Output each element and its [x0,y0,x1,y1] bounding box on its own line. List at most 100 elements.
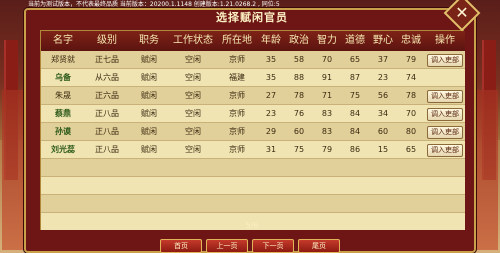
cell-intellect: 83 [321,109,333,118]
cell-status: 空闲 [185,127,201,136]
cell-status: 空闲 [185,73,201,82]
cell-post: 赋闲 [141,127,157,136]
cell-name: 孙谟 [55,127,71,136]
transfer-to-ministry-button[interactable]: 调入吏部 [427,90,463,103]
cell-ambition: 15 [377,145,389,154]
cell-location: 京师 [229,109,245,118]
cell-loyalty: 70 [405,109,417,118]
cell-rank: 正六品 [95,91,119,100]
cell-politics: 76 [293,109,305,118]
cell-morality: 87 [349,73,361,82]
table-row: 刘光蕊 正八品 赋闲 空闲 京师 31 75 79 86 15 65 调入吏部 [41,141,465,159]
cell-loyalty: 78 [405,91,417,100]
header-rank: 级别 [97,35,117,46]
cell-rank: 正八品 [95,145,119,154]
cell-post: 赋闲 [141,109,157,118]
next-page-button[interactable]: 下一页 [252,239,294,253]
cell-status: 空闲 [185,91,201,100]
cell-post: 赋闲 [141,55,157,64]
transfer-to-ministry-button[interactable]: 调入吏部 [427,108,463,121]
table-row: 朱晟 正六品 赋闲 空闲 京师 27 78 71 75 56 78 调入吏部 [41,87,465,105]
header-politics: 政治 [289,35,309,46]
cell-location: 京师 [229,55,245,64]
prev-page-button[interactable]: 上一页 [206,239,248,253]
cell-politics: 75 [293,145,305,154]
transfer-to-ministry-button[interactable]: 调入吏部 [427,126,463,139]
cell-post: 赋闲 [141,73,157,82]
cell-morality: 86 [349,145,361,154]
cell-rank: 正八品 [95,109,119,118]
cell-post: 赋闲 [141,145,157,154]
cell-ambition: 34 [377,109,389,118]
header-status: 工作状态 [173,35,213,46]
empty-table-row [41,195,465,213]
header-intellect: 智力 [317,35,337,46]
table-row: 乌备 从六品 赋闲 空闲 福建 35 88 91 87 23 74 [41,69,465,87]
page-indicator: 5/6 [245,221,259,230]
cell-intellect: 91 [321,73,333,82]
cell-name: 蔡鼎 [55,109,71,118]
cell-ambition: 23 [377,73,389,82]
empty-table-row [41,177,465,195]
cell-loyalty: 80 [405,127,417,136]
cell-age: 35 [265,55,277,64]
officials-table: 名字 级别 职务 工作状态 所在地 年龄 政治 智力 道德 野心 忠诚 操作 郑… [40,30,465,230]
cell-location: 京师 [229,127,245,136]
cell-politics: 88 [293,73,305,82]
cell-location: 京师 [229,91,245,100]
header-ambition: 野心 [373,35,393,46]
cell-politics: 78 [293,91,305,100]
cell-loyalty: 79 [405,55,417,64]
first-page-button[interactable]: 首页 [160,239,202,253]
cell-age: 29 [265,127,277,136]
cell-morality: 75 [349,91,361,100]
cell-status: 空闲 [185,55,201,64]
cell-loyalty: 74 [405,73,417,82]
cell-politics: 58 [293,55,305,64]
last-page-button[interactable]: 尾页 [298,239,340,253]
cell-morality: 84 [349,127,361,136]
empty-table-row [41,159,465,177]
cell-morality: 65 [349,55,361,64]
cell-ambition: 37 [377,55,389,64]
cell-age: 23 [265,109,277,118]
select-idle-officials-dialog: 选择赋闲官员 名字 级别 职务 工作状态 所在地 年龄 政治 智力 道德 野心 … [24,8,476,253]
cell-loyalty: 65 [405,145,417,154]
cell-location: 福建 [229,73,245,82]
cell-intellect: 83 [321,127,333,136]
cell-name: 朱晟 [55,91,71,100]
close-x-icon: ✕ [455,3,469,22]
cell-ambition: 60 [377,127,389,136]
transfer-to-ministry-button[interactable]: 调入吏部 [427,144,463,157]
cell-post: 赋闲 [141,91,157,100]
cell-name: 刘光蕊 [51,145,75,154]
header-morality: 道德 [345,35,365,46]
table-header: 名字 级别 职务 工作状态 所在地 年龄 政治 智力 道德 野心 忠诚 操作 [41,31,465,51]
header-action: 操作 [435,35,455,46]
cell-morality: 84 [349,109,361,118]
header-name: 名字 [53,35,73,46]
cell-intellect: 71 [321,91,333,100]
cell-ambition: 56 [377,91,389,100]
cell-intellect: 79 [321,145,333,154]
header-post: 职务 [139,35,159,46]
transfer-to-ministry-button[interactable]: 调入吏部 [427,54,463,67]
cell-intellect: 70 [321,55,333,64]
cell-rank: 正七品 [95,55,119,64]
cell-location: 京师 [229,145,245,154]
cell-name: 郑贤就 [51,55,75,64]
table-row: 蔡鼎 正八品 赋闲 空闲 京师 23 76 83 84 34 70 调入吏部 [41,105,465,123]
cell-name: 乌备 [55,73,71,82]
header-location: 所在地 [222,35,252,46]
header-loyalty: 忠诚 [401,35,421,46]
cell-rank: 正八品 [95,127,119,136]
header-age: 年龄 [261,35,281,46]
cell-politics: 60 [293,127,305,136]
cell-age: 35 [265,73,277,82]
cell-rank: 从六品 [95,73,119,82]
table-row: 孙谟 正八品 赋闲 空闲 京师 29 60 83 84 60 80 调入吏部 [41,123,465,141]
cell-status: 空闲 [185,145,201,154]
table-row: 郑贤就 正七品 赋闲 空闲 京师 35 58 70 65 37 79 调入吏部 [41,51,465,69]
dialog-title: 选择赋闲官员 [216,11,288,24]
cell-status: 空闲 [185,109,201,118]
